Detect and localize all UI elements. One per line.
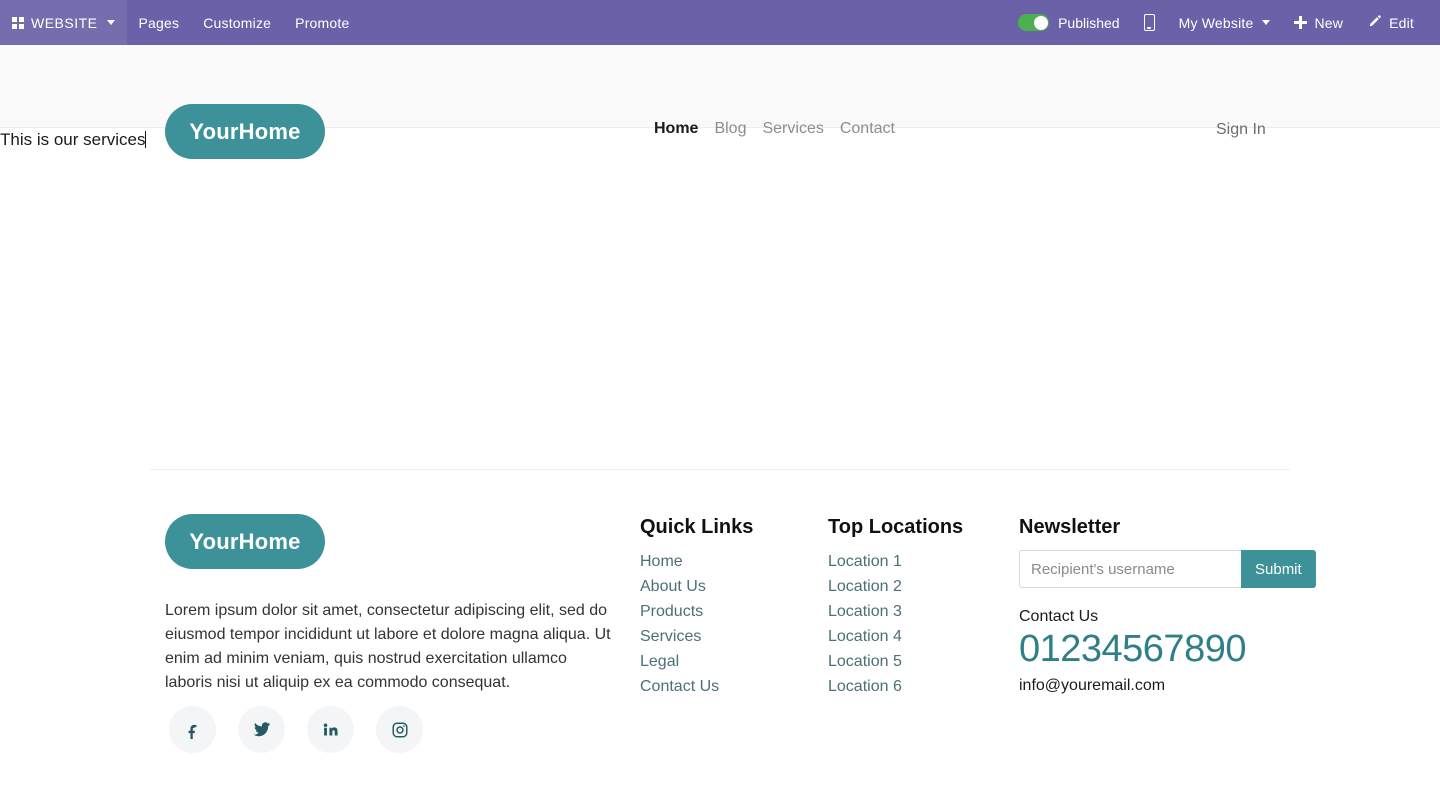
page-content-area[interactable]: This is our services (0, 129, 1440, 151)
chevron-down-icon (106, 20, 115, 25)
site-selector-label: My Website (1178, 14, 1254, 31)
footer-column-quick-links: Quick Links Home About Us Products Servi… (640, 516, 820, 700)
publish-toggle[interactable]: Published (1006, 0, 1132, 45)
new-button-label: New (1314, 14, 1344, 31)
list-item: Location 5 (828, 650, 1008, 674)
site-header: YourHome Home Blog Services Contact Sign… (0, 45, 1440, 159)
site-selector[interactable]: My Website (1167, 0, 1283, 45)
chevron-down-icon (1262, 20, 1271, 25)
mobile-preview-button[interactable] (1132, 0, 1167, 45)
list-item: Services (640, 625, 820, 649)
text-cursor (145, 131, 147, 148)
list-item: Location 3 (828, 600, 1008, 624)
location-link-4[interactable]: Location 4 (828, 628, 902, 645)
twitter-icon (252, 720, 271, 739)
admin-top-bar: WEBSITE Pages Customize Promote Publishe… (0, 0, 1440, 45)
contact-email-address[interactable]: info@youremail.com (1019, 677, 1289, 695)
newsletter-title: Newsletter (1019, 516, 1121, 538)
linkedin-link[interactable] (307, 706, 354, 753)
website-brand-label: WEBSITE (31, 14, 98, 31)
social-links (169, 706, 423, 753)
list-item: Location 1 (828, 550, 1008, 574)
admin-bar-right: Published My Website New Edit (1006, 0, 1440, 45)
list-item: Location 6 (828, 675, 1008, 699)
admin-menu-promote-label: Promote (295, 14, 350, 31)
footer-divider (150, 469, 1290, 470)
publish-toggle-label: Published (1058, 14, 1120, 31)
quick-links-title: Quick Links (640, 516, 754, 538)
footer-column-top-locations: Top Locations Location 1 Location 2 Loca… (828, 516, 1008, 700)
grid-icon (12, 16, 24, 29)
admin-menu-pages-label: Pages (138, 14, 180, 31)
plus-icon (1294, 16, 1308, 29)
twitter-link[interactable] (238, 706, 285, 753)
list-item: Location 4 (828, 625, 1008, 649)
list-item: Contact Us (640, 675, 820, 699)
location-link-5[interactable]: Location 5 (828, 653, 902, 670)
location-link-2[interactable]: Location 2 (828, 578, 902, 595)
admin-menu-promote[interactable]: Promote (283, 0, 361, 45)
list-item: Home (640, 550, 820, 574)
contact-phone-number[interactable]: 01234567890 (1019, 627, 1289, 671)
admin-menu-customize[interactable]: Customize (191, 0, 283, 45)
location-link-6[interactable]: Location 6 (828, 678, 902, 695)
facebook-icon (184, 721, 202, 739)
footer-description: Lorem ipsum dolor sit amet, consectetur … (165, 602, 611, 691)
linkedin-icon (322, 721, 339, 738)
top-locations-list: Location 1 Location 2 Location 3 Locatio… (828, 550, 1008, 699)
edit-button-label: Edit (1389, 14, 1414, 31)
page-body-text[interactable]: This is our services (0, 129, 145, 151)
admin-menu-customize-label: Customize (203, 14, 272, 31)
facebook-link[interactable] (169, 706, 216, 753)
quick-link-home[interactable]: Home (640, 553, 683, 570)
top-locations-title: Top Locations (828, 516, 964, 538)
footer-logo[interactable]: YourHome (165, 514, 325, 569)
list-item: Location 2 (828, 575, 1008, 599)
instagram-link[interactable] (376, 706, 423, 753)
quick-links-list: Home About Us Products Services Legal Co… (640, 550, 820, 699)
quick-link-legal[interactable]: Legal (640, 653, 679, 670)
admin-menu-pages[interactable]: Pages (127, 0, 192, 45)
quick-link-products[interactable]: Products (640, 603, 703, 620)
location-link-3[interactable]: Location 3 (828, 603, 902, 620)
list-item: Products (640, 600, 820, 624)
publish-toggle-switch[interactable] (1018, 14, 1050, 31)
edit-button[interactable]: Edit (1355, 0, 1426, 45)
mobile-phone-icon (1143, 14, 1155, 31)
footer-column-newsletter: Newsletter Submit Contact Us 01234567890… (1019, 516, 1316, 695)
new-button[interactable]: New (1282, 0, 1355, 45)
quick-link-contact-us[interactable]: Contact Us (640, 678, 719, 695)
newsletter-input[interactable] (1019, 550, 1241, 588)
newsletter-submit-button[interactable]: Submit (1241, 550, 1316, 588)
publish-toggle-knob (1033, 15, 1048, 30)
list-item: Legal (640, 650, 820, 674)
quick-link-about-us[interactable]: About Us (640, 578, 706, 595)
list-item: About Us (640, 575, 820, 599)
admin-bar-left: WEBSITE Pages Customize Promote (0, 0, 361, 45)
website-brand-menu[interactable]: WEBSITE (0, 0, 127, 45)
pencil-icon (1367, 14, 1382, 32)
location-link-1[interactable]: Location 1 (828, 553, 902, 570)
instagram-icon (391, 721, 409, 739)
quick-link-services[interactable]: Services (640, 628, 701, 645)
newsletter-form: Submit (1019, 550, 1316, 588)
contact-us-label: Contact Us (1019, 608, 1099, 625)
